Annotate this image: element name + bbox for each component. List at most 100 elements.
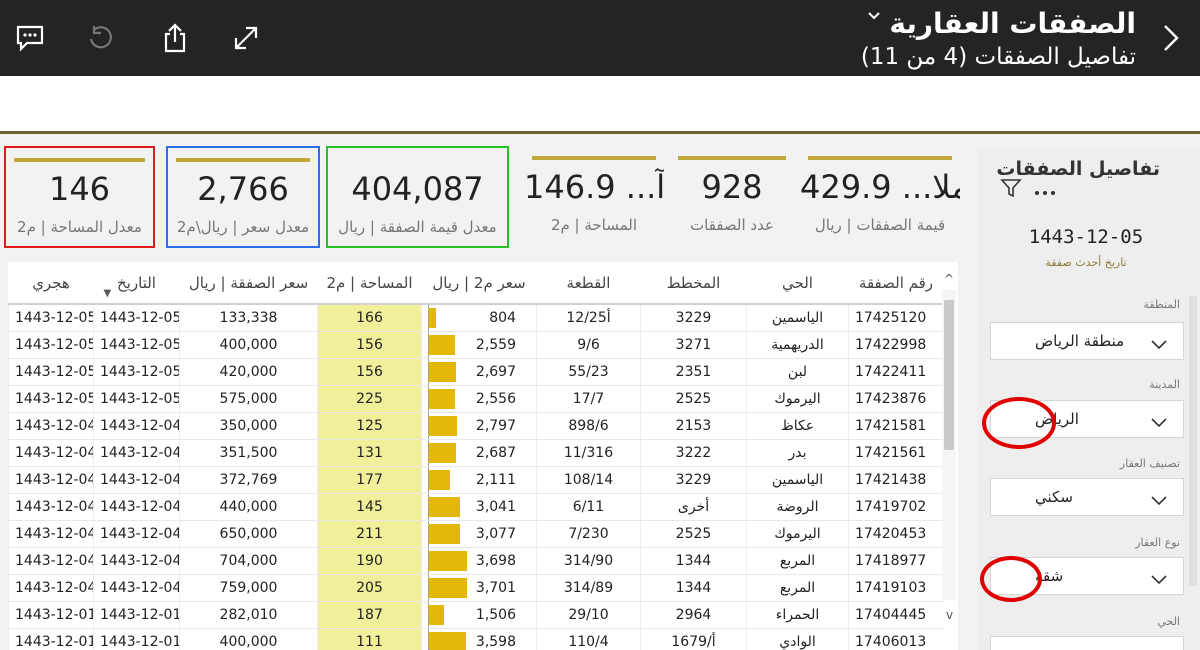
cell-deal-price: 133,338 xyxy=(179,304,318,332)
table-row[interactable]: 1443-12-04 1443-12-04 440,000 145 3,041 6/11 أ… xyxy=(8,493,944,521)
kpi-label: معدل سعر | ريال\م2 xyxy=(176,218,310,236)
deals-table[interactable]: هجري التاريخ ▼ سعر الصفقة | ريال المساحة … xyxy=(8,262,958,650)
cell-area: 190 xyxy=(317,547,422,575)
table-row[interactable]: 1443-12-04 1443-12-04 351,500 131 2,687 11/31… xyxy=(8,439,944,467)
cell-area: 187 xyxy=(317,601,422,629)
more-options-icon[interactable] xyxy=(1034,181,1056,200)
col-header-price-sqm[interactable]: سعر م2 | ريال xyxy=(421,262,537,305)
kpi-value: 146.9 ...آ xyxy=(524,168,664,206)
cell-price-sqm: 2,556 xyxy=(421,385,537,413)
table-row[interactable]: 1443-12-04 1443-12-04 350,000 125 2,797 898/6… xyxy=(8,412,944,440)
annotation-circle-property-type xyxy=(980,556,1042,602)
kpi-accent-bar xyxy=(14,158,145,162)
cell-date: 1443-12-04 xyxy=(93,466,180,494)
chevron-right-icon xyxy=(1161,23,1181,57)
table-row[interactable]: 1443-12-05 1443-12-05 133,338 166 804 12/25أ 3… xyxy=(8,304,944,332)
cell-plot: 108/14 xyxy=(536,466,641,494)
back-button[interactable] xyxy=(1156,20,1186,60)
cell-deal-number: 17422998 xyxy=(848,331,944,359)
kpi-card-avg-area[interactable]: 146 معدل المساحة | م2 xyxy=(4,146,155,248)
col-header-district[interactable]: الحي xyxy=(746,262,849,305)
table-row[interactable]: 1443-12-05 1443-12-05 420,000 156 2,697 55/23… xyxy=(8,358,944,386)
table-row[interactable]: 1443-12-04 1443-12-04 650,000 211 3,077 7/230… xyxy=(8,520,944,548)
filter-label-region: المنطقة xyxy=(1143,298,1180,311)
cell-deal-number: 17423876 xyxy=(848,385,944,413)
kpi-value: 404,087 xyxy=(351,170,484,208)
col-header-deal-price[interactable]: سعر الصفقة | ريال xyxy=(179,262,318,305)
table-row[interactable]: 1443-12-01 1443-12-01 400,000 111 3,598 110/4… xyxy=(8,628,944,650)
filter-dropdown-district[interactable] xyxy=(990,636,1184,650)
price-sqm-value: 3,598 xyxy=(475,633,516,650)
cell-price-sqm: 3,598 xyxy=(421,628,537,650)
cell-plot: 7/230 xyxy=(536,520,641,548)
share-button[interactable] xyxy=(155,18,195,58)
cell-price-sqm: 3,041 xyxy=(421,493,537,521)
cell-plan: 3222 xyxy=(640,439,747,467)
undo-icon xyxy=(86,24,114,52)
table-row[interactable]: 1443-12-05 1443-12-05 400,000 156 2,559 9/6 32… xyxy=(8,331,944,359)
chevron-down-icon xyxy=(1151,570,1167,589)
comment-button[interactable] xyxy=(10,18,50,58)
col-header-area[interactable]: المساحة | م2 xyxy=(317,262,422,305)
price-sqm-value: 2,697 xyxy=(475,363,516,380)
cell-district: لبن xyxy=(746,358,849,386)
price-sqm-bar xyxy=(428,442,456,463)
cell-deal-number: 17422411 xyxy=(848,358,944,386)
cell-deal-price: 575,000 xyxy=(179,385,318,413)
cell-plot: 898/6 xyxy=(536,412,641,440)
filter-icon[interactable] xyxy=(1000,178,1022,202)
table-scrollbar-thumb[interactable] xyxy=(944,300,954,450)
col-header-hijri[interactable]: هجري xyxy=(8,262,94,305)
table-row[interactable]: 1443-12-05 1443-12-05 575,000 225 2,556 17/7 2… xyxy=(8,385,944,413)
undo-button[interactable] xyxy=(80,18,120,58)
scroll-up-icon[interactable]: ^ xyxy=(944,272,954,286)
scroll-down-icon[interactable]: v xyxy=(946,608,953,622)
price-sqm-baseline xyxy=(428,385,429,411)
col-header-plot[interactable]: القطعة xyxy=(536,262,641,305)
panel-scrollbar[interactable] xyxy=(1189,296,1197,586)
cell-district: بدر xyxy=(746,439,849,467)
kpi-value: 429.9 ...ملا xyxy=(800,168,960,206)
cell-deal-price: 372,769 xyxy=(179,466,318,494)
price-sqm-baseline xyxy=(428,412,429,438)
cell-plan: 1679/أ xyxy=(640,628,747,650)
table-row[interactable]: 1443-12-01 1443-12-01 282,010 187 1,506 29/10… xyxy=(8,601,944,629)
col-header-date[interactable]: التاريخ ▼ xyxy=(93,262,180,305)
fullscreen-button[interactable] xyxy=(226,18,266,58)
table-row[interactable]: 1443-12-04 1443-12-04 704,000 190 3,698 314/9… xyxy=(8,547,944,575)
cell-area: 211 xyxy=(317,520,422,548)
cell-area: 156 xyxy=(317,358,422,386)
table-row[interactable]: 1443-12-04 1443-12-04 759,000 205 3,701 314/8… xyxy=(8,574,944,602)
cell-plot: 110/4 xyxy=(536,628,641,650)
cell-plot: 9/6 xyxy=(536,331,641,359)
cell-plan: 2525 xyxy=(640,520,747,548)
cell-plan: 2964 xyxy=(640,601,747,629)
kpi-card-avg-price-sqm[interactable]: 2,766 معدل سعر | ريال\م2 xyxy=(166,146,320,248)
price-sqm-baseline xyxy=(428,331,429,357)
kpi-card-total-area[interactable]: 146.9 ...آ المساحة | م2 xyxy=(524,146,664,248)
price-sqm-bar xyxy=(428,631,466,650)
page-title[interactable]: الصفقات العقارية xyxy=(861,6,1136,42)
panel-title: تفاصيل الصفقات xyxy=(996,158,1160,180)
kpi-label: معدل المساحة | م2 xyxy=(17,218,142,236)
col-header-plan[interactable]: المخطط xyxy=(640,262,747,305)
kpi-label: عدد الصفقات xyxy=(690,216,774,234)
kpi-card-deal-count[interactable]: 928 عدد الصفقات xyxy=(670,146,794,248)
cell-date: 1443-12-05 xyxy=(93,358,180,386)
cell-deal-number: 17419702 xyxy=(848,493,944,521)
price-sqm-value: 2,556 xyxy=(475,390,516,407)
kpi-card-avg-deal-value[interactable]: 404,087 معدل قيمة الصفقة | ريال xyxy=(326,146,509,248)
filter-dropdown-region[interactable]: منطقة الرياض xyxy=(990,322,1184,360)
chevron-down-icon xyxy=(1151,413,1167,432)
cell-district: الروضة xyxy=(746,493,849,521)
cell-date: 1443-12-01 xyxy=(93,628,180,650)
table-row[interactable]: 1443-12-04 1443-12-04 372,769 177 2,111 108/1… xyxy=(8,466,944,494)
filter-dropdown-property-class[interactable]: سكني xyxy=(990,478,1184,516)
kpi-card-total-value[interactable]: 429.9 ...ملا قيمة الصفقات | ريال xyxy=(800,146,960,248)
col-header-deal-number[interactable]: رقم الصفقة xyxy=(848,262,944,305)
price-sqm-baseline xyxy=(428,547,429,573)
kpi-label: المساحة | م2 xyxy=(550,216,638,234)
cell-area: 125 xyxy=(317,412,422,440)
cell-date: 1443-12-05 xyxy=(93,331,180,359)
cell-deal-number: 17421561 xyxy=(848,439,944,467)
